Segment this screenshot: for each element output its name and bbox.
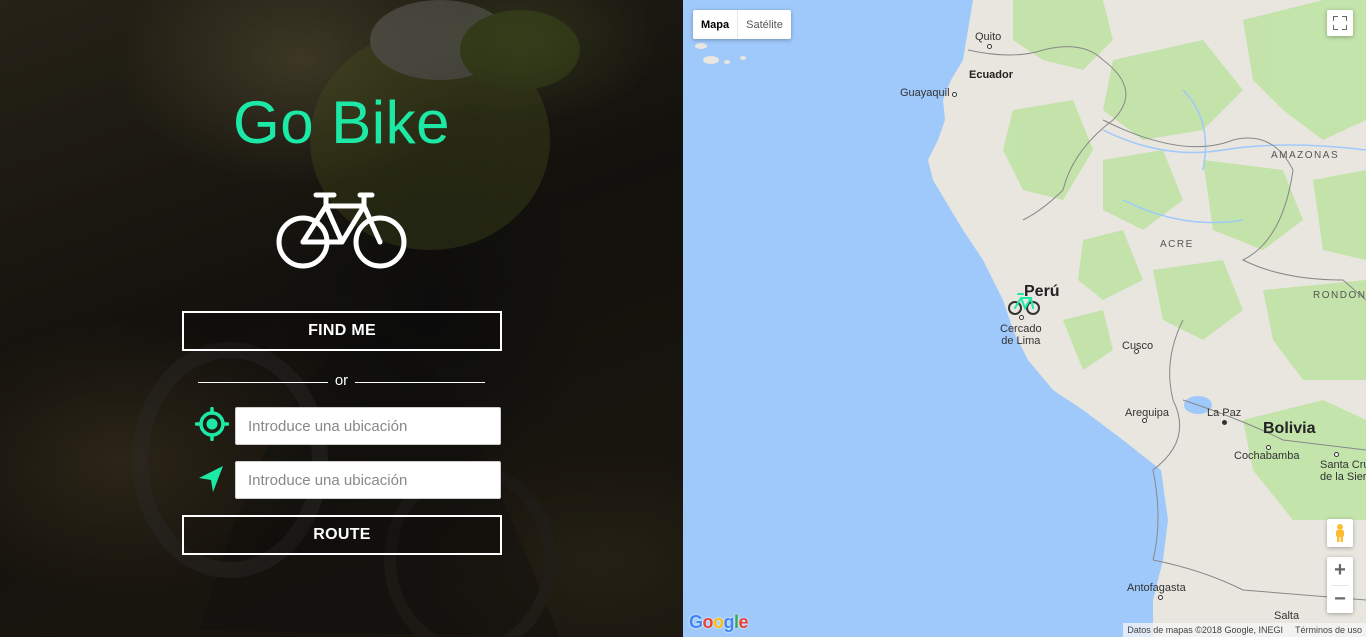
label-la-paz: La Paz: [1207, 407, 1242, 419]
crosshair-icon: [195, 407, 229, 441]
destination-input[interactable]: [235, 461, 501, 499]
origin-input[interactable]: [235, 407, 501, 445]
divider-line-left: [198, 382, 328, 383]
guayaquil-marker: [952, 92, 957, 97]
find-me-button[interactable]: FIND ME: [182, 311, 502, 351]
label-cusco: Cusco: [1122, 340, 1154, 352]
label-quito: Quito: [975, 31, 1002, 43]
label-cochabamba: Cochabamba: [1234, 450, 1300, 462]
bicycle-icon: [276, 192, 407, 269]
label-guayaquil: Guayaquil: [900, 87, 950, 99]
label-bolivia: Bolivia: [1263, 420, 1316, 437]
map[interactable]: Mapa Satélite Quito Ecuador Guayaquil AM…: [683, 0, 1366, 637]
zoom-out-button[interactable]: −: [1327, 586, 1353, 614]
bike-marker-icon[interactable]: [1007, 291, 1041, 317]
label-antofagasta: Antofagasta: [1127, 582, 1186, 594]
map-attribution: Datos de mapas ©2018 Google, INEGI Térmi…: [1123, 623, 1366, 637]
google-logo-letter: g: [723, 612, 735, 632]
app-title: Go Bike: [233, 89, 450, 156]
attribution-text: Datos de mapas ©2018 Google, INEGI: [1127, 625, 1283, 635]
quito-marker: [987, 44, 992, 49]
la-paz-marker: [1222, 420, 1227, 425]
label-arequipa: Arequipa: [1125, 407, 1170, 419]
santa-cruz-marker: [1334, 452, 1339, 457]
route-button[interactable]: ROUTE: [182, 515, 502, 555]
map-tab[interactable]: Mapa: [693, 10, 739, 39]
search-panel: Go Bike FIND ME or Introduce una ubicaci…: [0, 0, 683, 637]
google-logo-letter: G: [689, 612, 703, 632]
divider-line-right: [355, 382, 485, 383]
antofagasta-marker: [1158, 595, 1163, 600]
or-label: or: [334, 372, 349, 389]
fullscreen-icon: [1333, 16, 1347, 30]
label-santa-cruz: Santa Cruz de la Sierra: [1320, 459, 1366, 483]
label-ecuador: Ecuador: [969, 69, 1014, 81]
label-salta: Salta: [1274, 610, 1300, 622]
google-logo-letter: e: [738, 612, 749, 632]
map-type-control: Mapa Satélite: [693, 10, 791, 39]
street-view-button[interactable]: [1327, 519, 1353, 547]
google-logo-letter: o: [713, 612, 724, 632]
zoom-in-button[interactable]: +: [1327, 557, 1353, 585]
label-amazonas: AMAZONAS: [1271, 150, 1340, 161]
zoom-control: + −: [1327, 557, 1353, 613]
google-logo-letter: o: [702, 612, 714, 632]
map-terrain: [695, 0, 1366, 637]
label-rondonia: RONDONI: [1313, 290, 1366, 301]
terms-link[interactable]: Términos de uso: [1295, 625, 1362, 635]
pegman-icon: [1336, 524, 1344, 542]
label-acre: ACRE: [1160, 239, 1194, 250]
or-divider: or: [198, 372, 485, 390]
satellite-tab[interactable]: Satélite: [738, 10, 791, 39]
navigation-arrow-icon: [199, 466, 223, 492]
google-logo[interactable]: Google: [689, 612, 749, 633]
fullscreen-button[interactable]: [1327, 10, 1353, 36]
label-lima: Cercado de Lima: [1000, 323, 1042, 347]
